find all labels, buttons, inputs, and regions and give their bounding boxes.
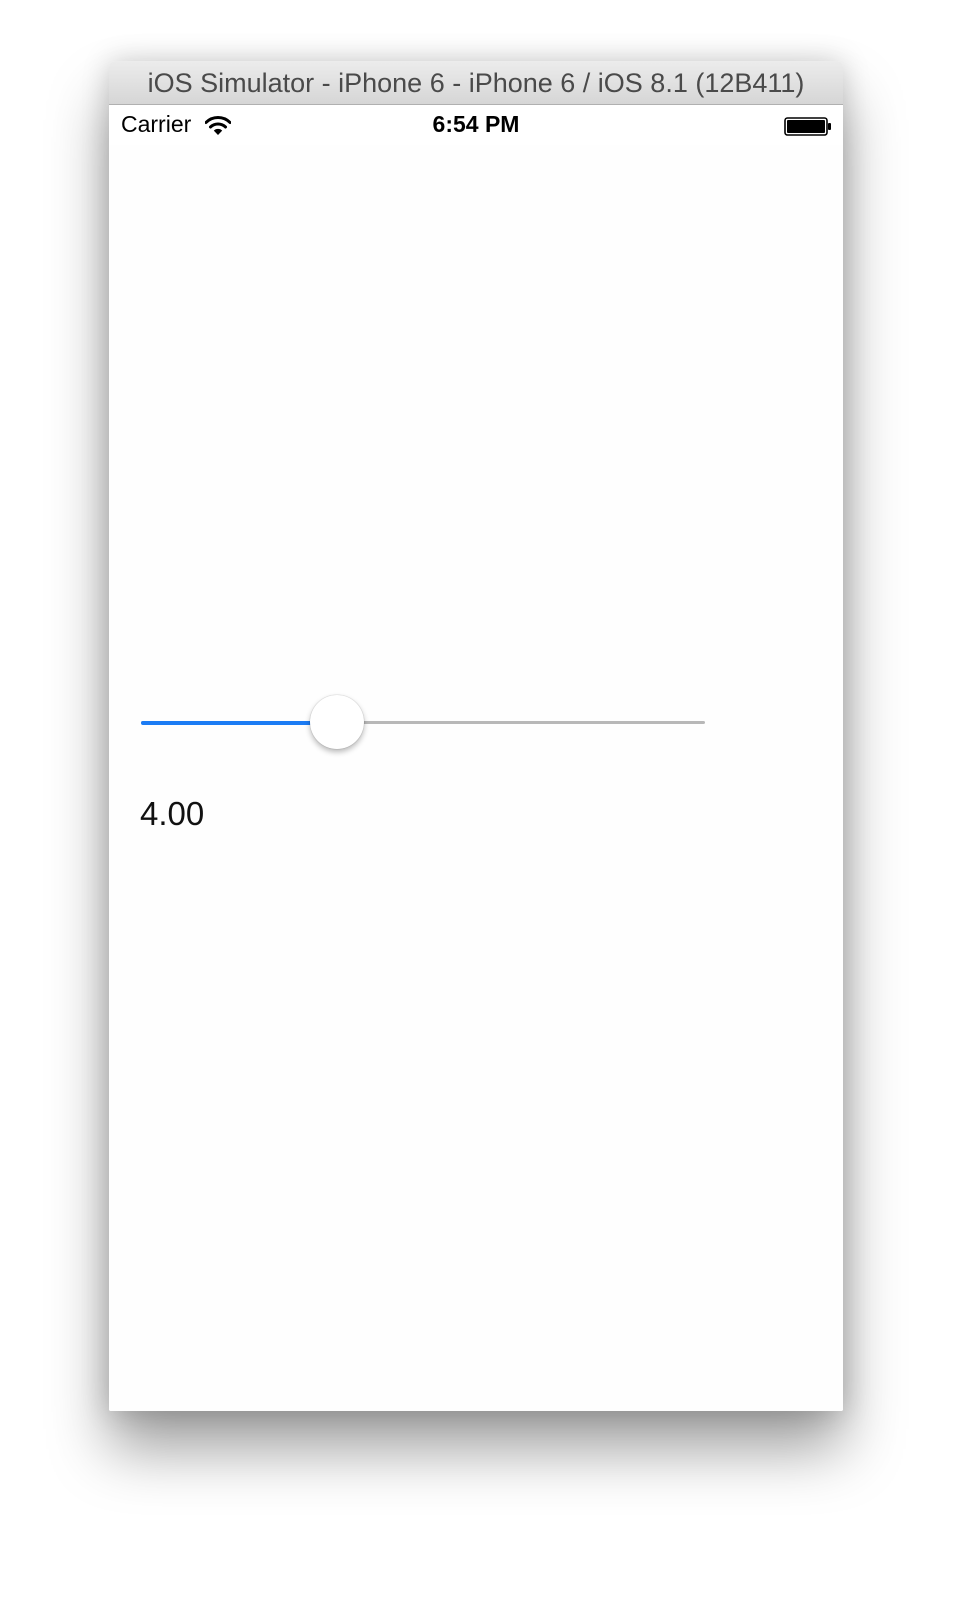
status-bar: Carrier 6:54 PM bbox=[109, 105, 843, 145]
slider-value-label: 4.00 bbox=[140, 795, 205, 832]
value-slider[interactable] bbox=[141, 695, 705, 751]
window-title: iOS Simulator - iPhone 6 - iPhone 6 / iO… bbox=[147, 68, 805, 98]
slider-min-track bbox=[141, 721, 338, 725]
slider-thumb[interactable] bbox=[310, 695, 365, 749]
app-content: 4.00 bbox=[109, 145, 843, 1411]
battery-icon bbox=[784, 117, 831, 136]
window-titlebar[interactable]: iOS Simulator - iPhone 6 - iPhone 6 / iO… bbox=[109, 61, 843, 105]
simulator-window: iOS Simulator - iPhone 6 - iPhone 6 / iO… bbox=[109, 61, 843, 1411]
status-time: 6:54 PM bbox=[432, 111, 520, 137]
